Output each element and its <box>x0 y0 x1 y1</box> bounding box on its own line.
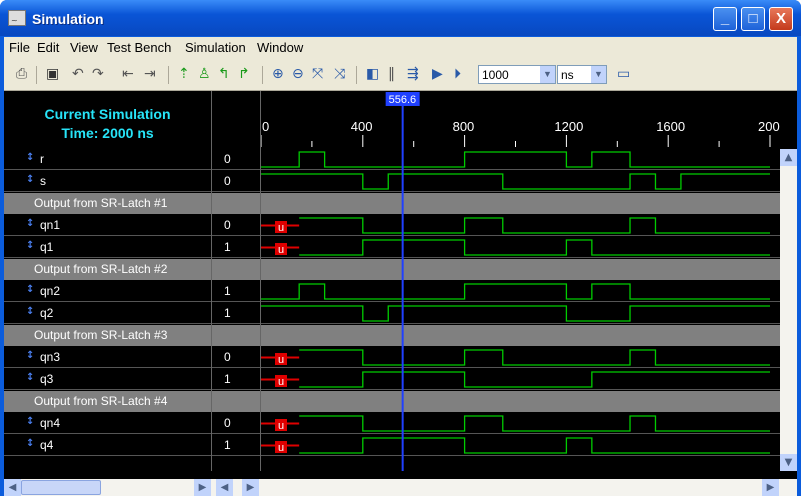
waveform-trace <box>261 173 770 190</box>
redo-icon[interactable]: ↷ <box>92 66 104 82</box>
name-column-divider[interactable] <box>211 91 212 471</box>
menu-bar: File Edit View Test Bench Simulation Win… <box>4 37 797 59</box>
time-unit-select[interactable]: ns ▼ <box>557 65 607 84</box>
horizontal-scrollbar[interactable]: ◀ ▶ ◀ ▶ ▶ <box>4 479 797 496</box>
scroll-down-icon[interactable]: ▼ <box>780 454 797 471</box>
menu-simulation[interactable]: Simulation <box>185 40 246 55</box>
time-tick-label: 1200 <box>554 119 583 134</box>
value-column-divider[interactable] <box>260 91 261 471</box>
time-tick-label: 2000 <box>758 119 780 134</box>
run-time-select[interactable]: 1000 ▼ <box>478 65 556 84</box>
pulse-low-icon[interactable]: ↰ <box>218 66 230 82</box>
waveform-trace <box>299 349 770 366</box>
scroll-right-icon[interactable]: ▶ <box>194 479 211 496</box>
waveform-trace <box>261 305 770 322</box>
time-tick-label: 800 <box>453 119 475 134</box>
menu-window[interactable]: Window <box>257 40 303 55</box>
time-tick-label: 0 <box>262 119 269 134</box>
step-forward-icon[interactable]: ⇥ <box>144 66 156 82</box>
close-button[interactable]: X <box>769 7 793 31</box>
zoom-out-icon[interactable]: ⊖ <box>292 66 304 82</box>
time-tick-label: 1600 <box>656 119 685 134</box>
wave-scroll-right-icon[interactable]: ▶ <box>242 479 259 496</box>
print-icon[interactable]: ⎙ <box>16 66 27 82</box>
wave-scroll-left-icon[interactable]: ◀ <box>216 479 233 496</box>
menu-test-bench[interactable]: Test Bench <box>107 40 171 55</box>
waveform-trace <box>299 371 770 388</box>
scroll-thumb[interactable] <box>21 480 101 495</box>
waveform-trace <box>299 437 770 454</box>
window-title: Simulation <box>32 11 104 27</box>
undefined-label: u <box>278 222 284 234</box>
title-bar[interactable]: ~ Simulation _ □ X <box>0 0 801 36</box>
cursor-label: 556.6 <box>389 94 417 106</box>
chevron-down-icon: ▼ <box>540 66 555 83</box>
undefined-label: u <box>278 376 284 388</box>
undefined-label: u <box>278 420 284 432</box>
zoom-in-icon[interactable]: ⊕ <box>272 66 284 82</box>
run-icon[interactable]: ▶ <box>432 66 443 82</box>
minimize-button[interactable]: _ <box>713 7 737 31</box>
scroll-left-icon[interactable]: ◀ <box>4 479 21 496</box>
maximize-button[interactable]: □ <box>741 7 765 31</box>
save-icon[interactable]: ▣ <box>46 66 59 82</box>
toolbar: ⎙ ▣ ↶ ↷ ⇤ ⇥ ⇡ ♙ ↰ ↱ ⊕ ⊖ ⤧ ⤨ ◧ ‖ ⇶ ▶ ⏵ 10… <box>4 59 797 91</box>
step-back-icon[interactable]: ⇤ <box>122 66 134 82</box>
menu-view[interactable]: View <box>70 40 98 55</box>
simulation-client-area: Current Simulation Time: 2000 ns ↕ r 0 ↕ s 0 O… <box>4 91 797 496</box>
force-high-icon[interactable]: ⇡ <box>178 66 190 82</box>
restart-icon[interactable]: ◧ <box>366 66 379 82</box>
run-for-icon[interactable]: ⏵ <box>454 66 461 82</box>
undo-icon[interactable]: ↶ <box>72 66 84 82</box>
waveform-trace <box>261 283 770 300</box>
simulation-app-icon: ~ <box>8 10 26 26</box>
force-clock-icon[interactable]: ♙ <box>198 66 211 82</box>
scroll-up-icon[interactable]: ▲ <box>780 149 797 166</box>
run-to-icon[interactable]: ⇶ <box>407 66 419 82</box>
waveform-trace <box>299 415 770 432</box>
chevron-down-icon: ▼ <box>591 66 606 83</box>
time-tick-label: 400 <box>351 119 373 134</box>
waveform-trace <box>261 151 770 168</box>
menu-edit[interactable]: Edit <box>37 40 59 55</box>
undefined-label: u <box>278 442 284 454</box>
undefined-label: u <box>278 244 284 256</box>
vertical-scrollbar[interactable]: ▲ ▼ <box>780 149 797 471</box>
window-icon[interactable]: ▭ <box>617 66 630 82</box>
simulation-window: ~ Simulation _ □ X File Edit View Test B… <box>0 0 801 496</box>
wave-scroll-end-icon[interactable]: ▶ <box>762 479 779 496</box>
undefined-label: u <box>278 354 284 366</box>
waveform-trace <box>299 217 770 234</box>
waveform-canvas[interactable]: 0400800120016002000uuuuuu556.6 <box>4 91 780 471</box>
menu-file[interactable]: File <box>9 40 30 55</box>
zoom-full-icon[interactable]: ⤨ <box>334 66 345 82</box>
pulse-high-icon[interactable]: ↱ <box>238 66 250 82</box>
waveform-trace <box>299 239 770 256</box>
zoom-fit-icon[interactable]: ⤧ <box>312 66 323 82</box>
pause-icon[interactable]: ‖ <box>388 66 395 82</box>
